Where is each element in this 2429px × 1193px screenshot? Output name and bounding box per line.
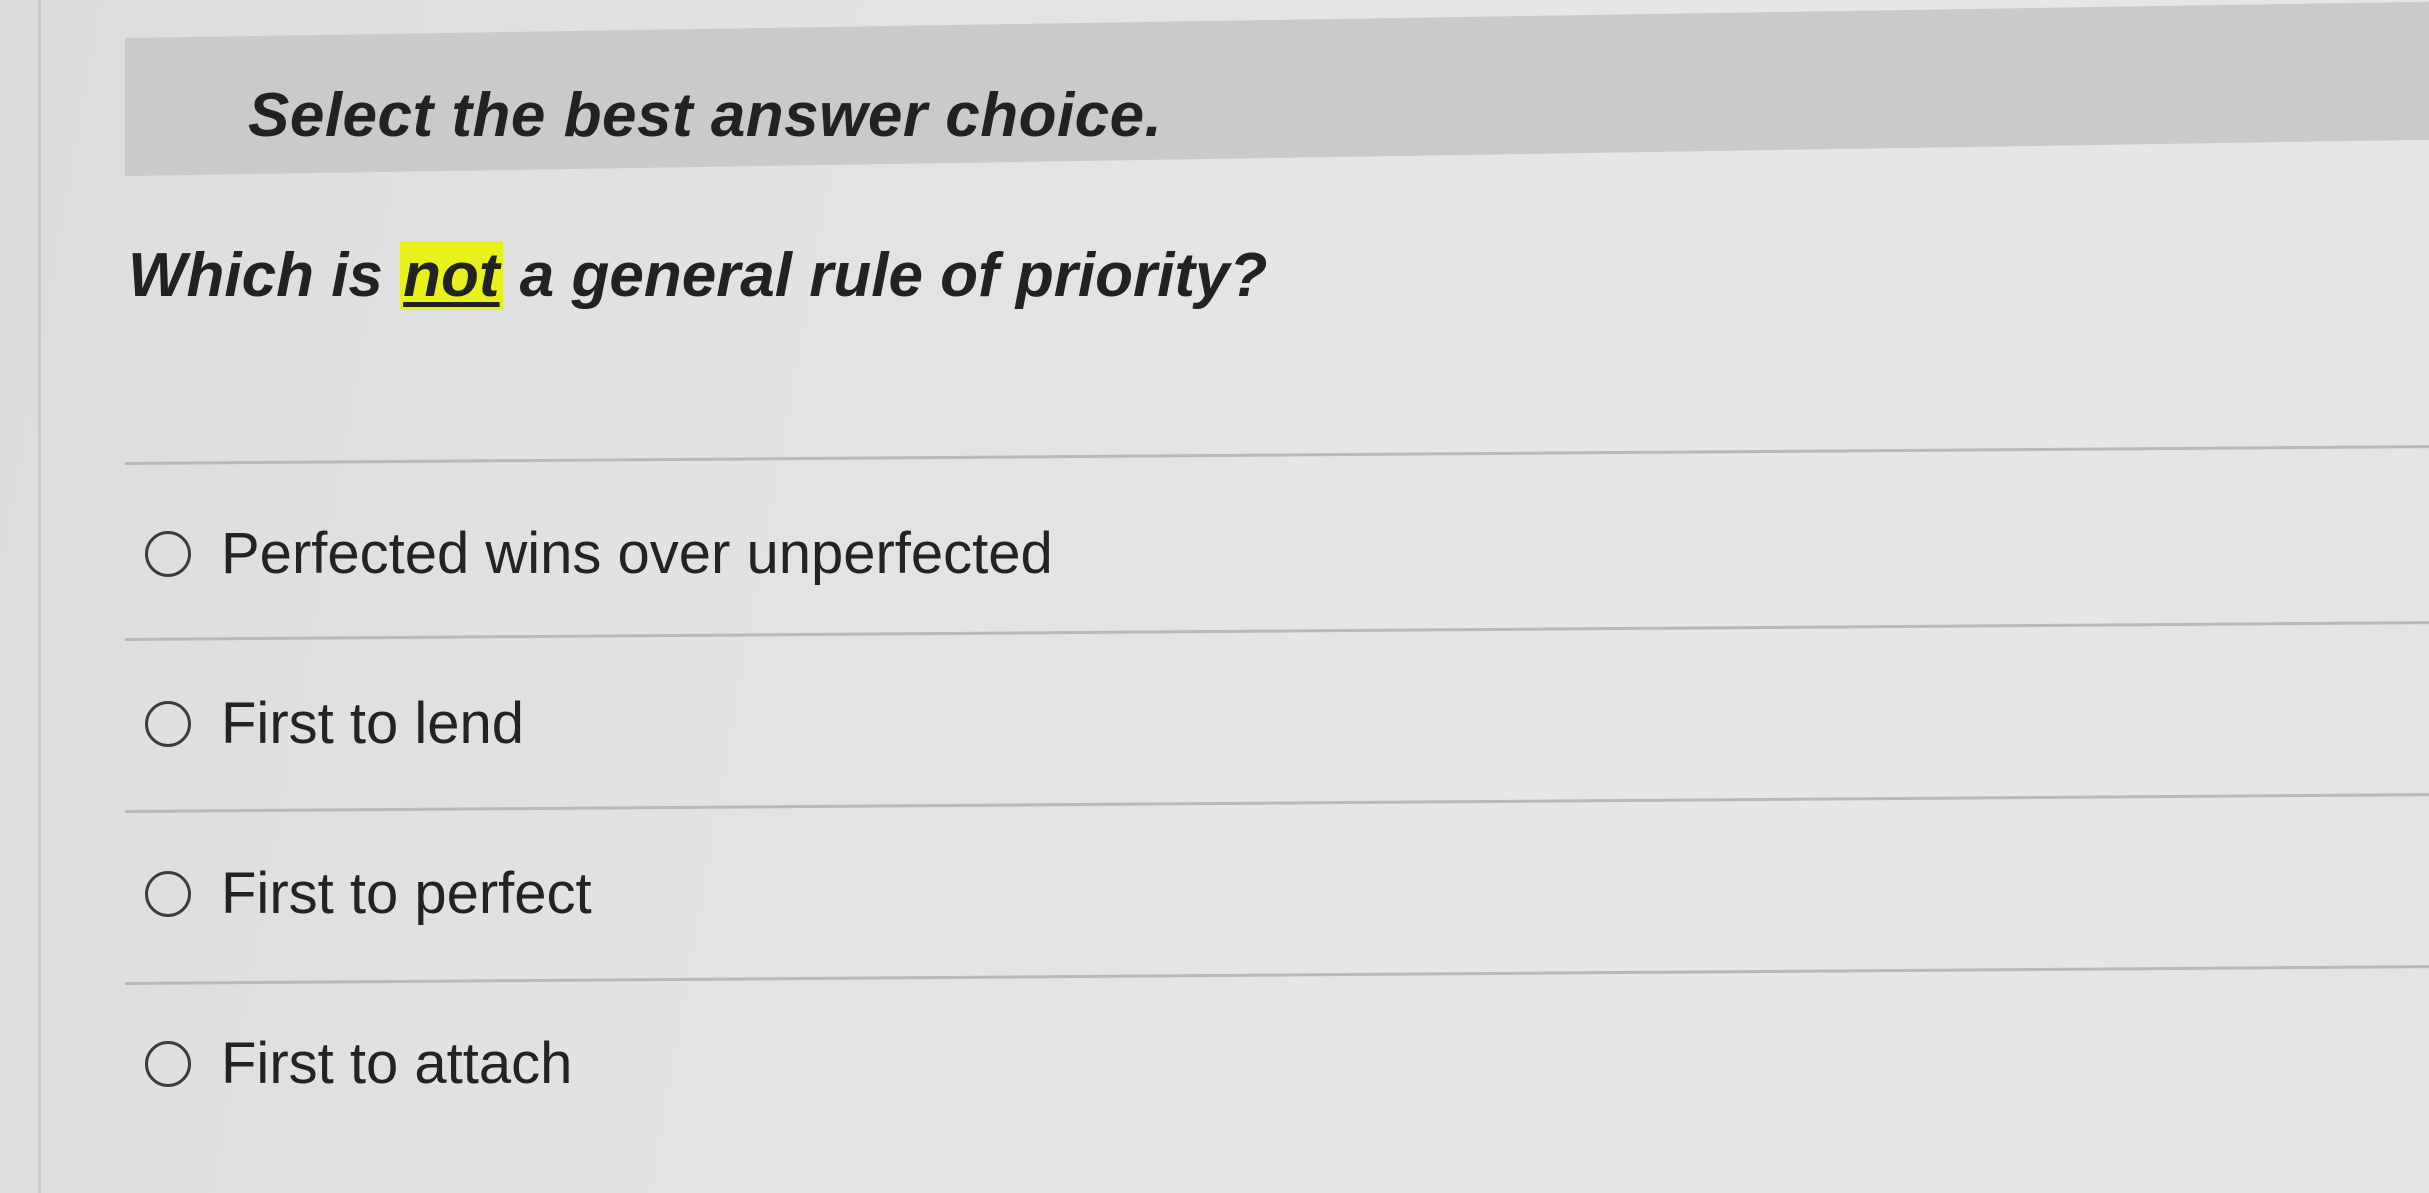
option-label[interactable]: First to perfect xyxy=(221,860,592,927)
divider xyxy=(124,445,2429,465)
answer-option-1[interactable]: Perfected wins over unperfected xyxy=(145,520,1053,587)
answer-option-2[interactable]: First to lend xyxy=(145,690,524,757)
question-suffix: a general rule of priority? xyxy=(502,241,1268,310)
option-label[interactable]: First to lend xyxy=(221,690,524,757)
radio-button[interactable] xyxy=(145,1040,191,1087)
answer-option-4[interactable]: First to attach xyxy=(145,1030,572,1097)
question-text: Which is not a general rule of priority? xyxy=(128,240,1267,311)
radio-button[interactable] xyxy=(145,700,191,747)
option-label[interactable]: Perfected wins over unperfected xyxy=(221,520,1053,587)
answer-option-3[interactable]: First to perfect xyxy=(145,860,592,927)
question-prefix: Which is xyxy=(128,241,401,310)
screen: Select the best answer choice. Which is … xyxy=(0,0,2429,1193)
option-label[interactable]: First to attach xyxy=(221,1030,572,1097)
radio-button[interactable] xyxy=(145,530,191,577)
panel-edge xyxy=(38,0,41,1193)
instruction-text: Select the best answer choice. xyxy=(248,81,1163,150)
divider xyxy=(124,621,2429,641)
radio-button[interactable] xyxy=(145,870,191,917)
question-emphasis: not xyxy=(400,241,503,310)
divider xyxy=(124,793,2429,813)
divider xyxy=(124,965,2429,985)
